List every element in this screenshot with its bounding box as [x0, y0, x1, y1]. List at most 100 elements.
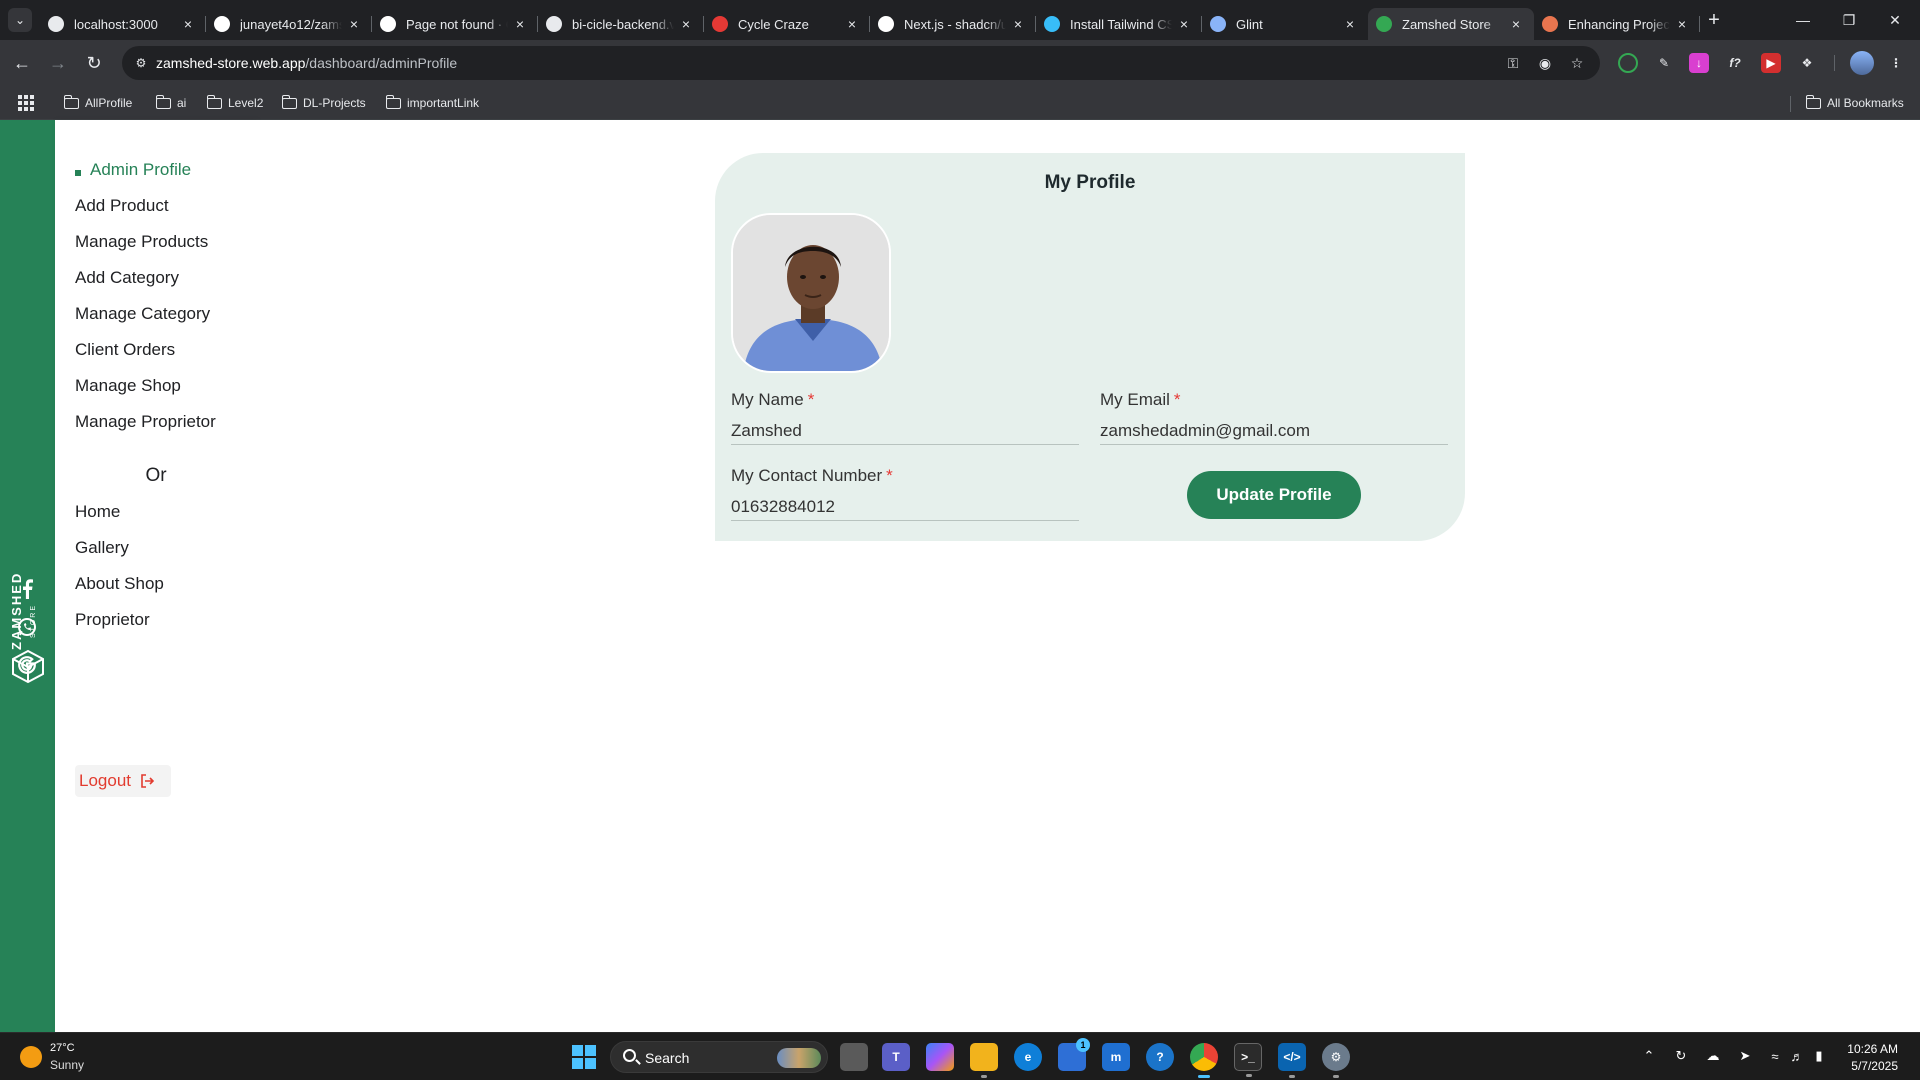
- email-label-text: My Email: [1100, 390, 1170, 409]
- extension-green-icon[interactable]: [1618, 53, 1638, 73]
- email-input[interactable]: [1100, 417, 1448, 445]
- file-explorer-icon[interactable]: [970, 1043, 998, 1078]
- taskbar-search[interactable]: Search: [610, 1041, 828, 1073]
- microsoft-store-icon[interactable]: 1: [1058, 1038, 1090, 1071]
- video-extension-icon[interactable]: ▶: [1761, 53, 1781, 73]
- clock-date[interactable]: 5/7/2025: [1838, 1059, 1898, 1073]
- browser-tab[interactable]: Zamshed Store ×: [1368, 8, 1534, 40]
- sidebar-item-admin-profile[interactable]: Admin Profile: [90, 160, 191, 180]
- bookmark-label: importantLink: [407, 96, 480, 110]
- weather-sun-icon[interactable]: [20, 1046, 42, 1068]
- sidebar-item-proprietor[interactable]: Proprietor: [75, 610, 150, 630]
- name-label: My Name *: [731, 390, 814, 410]
- sidebar-item-add-category[interactable]: Add Category: [75, 268, 179, 288]
- browser-tab[interactable]: localhost:3000 ×: [40, 8, 206, 40]
- apps-grid-icon[interactable]: [18, 95, 34, 111]
- weather-temperature[interactable]: 27°C: [50, 1042, 75, 1054]
- google-icon[interactable]: [14, 652, 40, 678]
- browser-menu-icon[interactable]: ⋮: [1886, 53, 1906, 73]
- browser-tab[interactable]: Glint ×: [1202, 8, 1368, 40]
- browser-tab[interactable]: Install Tailwind CSS×: [1036, 8, 1202, 40]
- browser-tab[interactable]: Cycle Craze ×: [704, 8, 870, 40]
- browser-tab[interactable]: bi-cicle-backend.vercel.app×: [538, 8, 704, 40]
- tab-close-icon[interactable]: ×: [1508, 16, 1524, 32]
- sidebar-item-manage-category[interactable]: Manage Category: [75, 304, 210, 324]
- facebook-icon[interactable]: [14, 576, 40, 602]
- browser-tab[interactable]: Enhancing Project ×: [1534, 8, 1700, 40]
- forward-button[interactable]: →: [44, 49, 72, 77]
- logout-button[interactable]: Logout: [75, 765, 171, 797]
- teams-icon[interactable]: T: [882, 1043, 910, 1071]
- font-extension-icon[interactable]: f?: [1725, 53, 1745, 73]
- sidebar-item-manage-products[interactable]: Manage Products: [75, 232, 208, 252]
- tab-close-icon[interactable]: ×: [844, 16, 860, 32]
- sync-icon[interactable]: ↻: [1672, 1047, 1690, 1065]
- task-view-icon[interactable]: [840, 1043, 868, 1071]
- extensions-puzzle-icon[interactable]: ❖: [1797, 53, 1817, 73]
- wifi-icon[interactable]: ≈: [1766, 1047, 1784, 1065]
- eye-off-icon[interactable]: ◉: [1536, 54, 1554, 72]
- tab-close-icon[interactable]: ×: [1674, 16, 1690, 32]
- browser-tab[interactable]: Next.js - shadcn/ui ×: [870, 8, 1036, 40]
- tab-close-icon[interactable]: ×: [346, 16, 362, 32]
- url-text[interactable]: zamshed-store.web.app/dashboard/adminPro…: [156, 55, 457, 71]
- chevron-up-icon[interactable]: ⌃: [1640, 1047, 1658, 1065]
- password-key-icon[interactable]: ⚿: [1504, 54, 1522, 72]
- bookmark-folder[interactable]: AllProfile: [63, 94, 132, 112]
- update-profile-button[interactable]: Update Profile: [1187, 471, 1361, 519]
- browser-profile-avatar[interactable]: [1850, 51, 1874, 75]
- name-label-text: My Name: [731, 390, 804, 409]
- tab-close-icon[interactable]: ×: [512, 16, 528, 32]
- back-button[interactable]: ←: [8, 49, 36, 77]
- terminal-icon[interactable]: >_: [1234, 1043, 1262, 1077]
- tab-close-icon[interactable]: ×: [1342, 16, 1358, 32]
- color-picker-icon[interactable]: ✎: [1654, 53, 1674, 73]
- minimize-button[interactable]: —: [1780, 0, 1826, 40]
- bookmark-folder[interactable]: Level2: [206, 94, 263, 112]
- copilot-icon[interactable]: [926, 1043, 954, 1071]
- sidebar-item-manage-proprietor[interactable]: Manage Proprietor: [75, 412, 216, 432]
- battery-icon[interactable]: ▮: [1810, 1047, 1828, 1065]
- contact-input[interactable]: [731, 493, 1079, 521]
- bookmark-star-icon[interactable]: ☆: [1568, 54, 1586, 72]
- sidebar-item-manage-shop[interactable]: Manage Shop: [75, 376, 181, 396]
- weather-description[interactable]: Sunny: [50, 1058, 84, 1072]
- browser-tab[interactable]: junayet4o12/zamshed-store×: [206, 8, 372, 40]
- edge-icon[interactable]: e: [1014, 1043, 1042, 1071]
- site-info-icon[interactable]: ⚙: [132, 54, 150, 72]
- sidebar-item-client-orders[interactable]: Client Orders: [75, 340, 175, 360]
- bookmark-folder[interactable]: importantLink: [385, 94, 480, 112]
- sidebar-item-add-product[interactable]: Add Product: [75, 196, 169, 216]
- browser-tab[interactable]: Page not found · GitHub×: [372, 8, 538, 40]
- tab-close-icon[interactable]: ×: [678, 16, 694, 32]
- tab-close-icon[interactable]: ×: [1010, 16, 1026, 32]
- tab-search-button[interactable]: ⌄: [8, 8, 32, 32]
- windows-start-icon[interactable]: [572, 1045, 596, 1069]
- whatsapp-icon[interactable]: [14, 614, 40, 640]
- clock-time[interactable]: 10:26 AM: [1838, 1042, 1898, 1056]
- new-tab-button[interactable]: +: [1700, 8, 1728, 32]
- sidebar-item-gallery[interactable]: Gallery: [75, 538, 129, 558]
- help-icon[interactable]: ?: [1146, 1043, 1174, 1071]
- reload-button[interactable]: ↻: [80, 49, 108, 77]
- name-input[interactable]: [731, 417, 1079, 445]
- sidebar-item-home[interactable]: Home: [75, 502, 120, 522]
- download-extension-icon[interactable]: ↓: [1689, 53, 1709, 73]
- vscode-icon[interactable]: </>: [1278, 1043, 1306, 1078]
- bookmark-folder[interactable]: DL-Projects: [281, 94, 366, 112]
- location-arrow-icon[interactable]: ➤: [1736, 1047, 1754, 1065]
- bookmark-folder[interactable]: ai: [155, 94, 186, 112]
- chrome-icon[interactable]: [1190, 1043, 1218, 1078]
- tab-close-icon[interactable]: ×: [1176, 16, 1192, 32]
- all-bookmarks-folder[interactable]: All Bookmarks: [1805, 94, 1904, 112]
- mysql-workbench-icon[interactable]: m: [1102, 1043, 1130, 1071]
- restore-button[interactable]: ❐: [1826, 0, 1872, 40]
- tab-title: Enhancing Project: [1568, 16, 1670, 32]
- tab-close-icon[interactable]: ×: [180, 16, 196, 32]
- address-bar[interactable]: ⚙ zamshed-store.web.app/dashboard/adminP…: [122, 46, 1600, 80]
- close-window-button[interactable]: ✕: [1872, 0, 1918, 40]
- onedrive-cloud-icon[interactable]: ☁: [1704, 1047, 1722, 1065]
- sidebar-item-about-shop[interactable]: About Shop: [75, 574, 164, 594]
- volume-icon[interactable]: ♬: [1788, 1047, 1806, 1065]
- settings-gear-icon[interactable]: ⚙: [1322, 1043, 1350, 1078]
